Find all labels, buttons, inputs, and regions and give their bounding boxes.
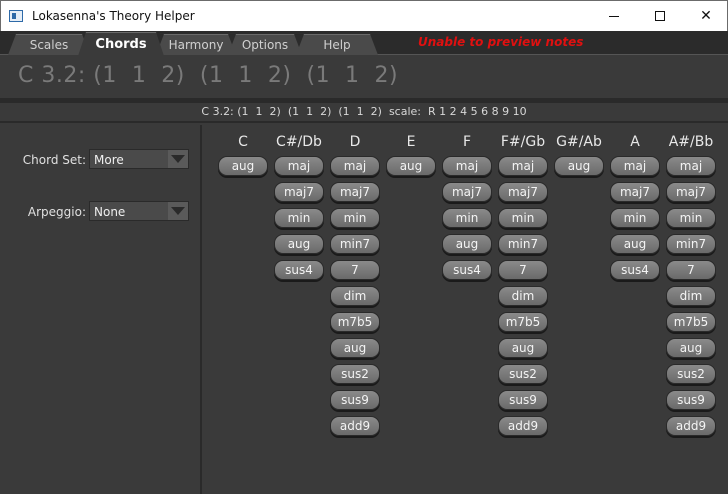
close-button[interactable]: ✕ (683, 1, 728, 31)
title-bar: Lokasenna's Theory Helper ✕ (0, 0, 728, 31)
chord-button[interactable]: maj7 (274, 182, 324, 202)
chord-button[interactable]: min (666, 208, 716, 228)
chord-button[interactable]: maj (610, 156, 660, 176)
chord-button[interactable]: maj7 (498, 182, 548, 202)
maximize-button[interactable] (637, 1, 683, 31)
chord-set-value: More (94, 153, 124, 167)
chord-button[interactable]: maj (666, 156, 716, 176)
chord-button[interactable]: aug (274, 234, 324, 254)
chord-grid: Caug C#/Db maj maj7 min aug sus4 Dmaj maj7 min min… (204, 125, 728, 494)
chord-button[interactable]: maj7 (610, 182, 660, 202)
chord-button[interactable]: aug (610, 234, 660, 254)
chord-button[interactable]: add9 (498, 416, 548, 436)
tab-bar: Scales Harmony Options Help Chords Unabl… (0, 31, 728, 55)
arpeggio-label: Arpeggio: (27, 205, 86, 219)
chord-button[interactable]: min (498, 208, 548, 228)
chord-button[interactable]: aug (666, 338, 716, 358)
chord-button[interactable]: sus4 (610, 260, 660, 280)
chord-button[interactable]: 7 (330, 260, 380, 280)
minimize-button[interactable] (591, 1, 637, 31)
chord-set-dropdown[interactable]: More (89, 149, 189, 169)
chord-button[interactable]: maj (274, 156, 324, 176)
tab-scales[interactable]: Scales (8, 34, 90, 55)
chord-button[interactable]: sus9 (498, 390, 548, 410)
window-title: Lokasenna's Theory Helper (32, 9, 195, 23)
scale-info-text: C 3.2: (1 1 2) (1 1 2) (1 1 2) scale: R … (201, 105, 527, 118)
chord-button[interactable]: aug (386, 156, 436, 176)
chord-button[interactable]: dim (330, 286, 380, 306)
chord-button[interactable]: min (610, 208, 660, 228)
chord-button[interactable]: aug (554, 156, 604, 176)
chord-button[interactable]: 7 (666, 260, 716, 280)
app-icon (9, 10, 23, 22)
chord-button[interactable]: dim (666, 286, 716, 306)
tab-harmony[interactable]: Harmony (156, 34, 236, 55)
tab-help[interactable]: Help (296, 34, 378, 55)
chord-button[interactable]: sus2 (666, 364, 716, 384)
chord-button[interactable]: min7 (330, 234, 380, 254)
chord-button[interactable]: min (442, 208, 492, 228)
theory-helper-window: Lokasenna's Theory Helper ✕ Scales Harmo… (0, 0, 728, 494)
tab-chords[interactable]: Chords (78, 32, 164, 56)
chevron-down-icon (168, 202, 188, 220)
chord-button[interactable]: sus9 (666, 390, 716, 410)
chord-button[interactable]: sus9 (330, 390, 380, 410)
chord-button[interactable]: min7 (498, 234, 548, 254)
chord-button[interactable]: sus2 (330, 364, 380, 384)
chord-button[interactable]: add9 (666, 416, 716, 436)
chord-button[interactable]: maj7 (442, 182, 492, 202)
chord-button[interactable]: m7b5 (666, 312, 716, 332)
chord-button[interactable]: sus2 (498, 364, 548, 384)
chord-button[interactable]: sus4 (274, 260, 324, 280)
chord-button[interactable]: aug (498, 338, 548, 358)
chord-button[interactable]: sus4 (442, 260, 492, 280)
chord-button[interactable]: maj (330, 156, 380, 176)
chord-button[interactable]: min7 (666, 234, 716, 254)
chevron-down-icon (168, 150, 188, 168)
chord-heading: C 3.2: (1 1 2) (1 1 2) (1 1 2) (18, 63, 399, 88)
chord-button[interactable]: m7b5 (330, 312, 380, 332)
chord-header: C 3.2: (1 1 2) (1 1 2) (1 1 2) (0, 55, 728, 98)
chord-button[interactable]: add9 (330, 416, 380, 436)
arpeggio-value: None (94, 205, 126, 219)
chord-button[interactable]: min (274, 208, 324, 228)
chord-button[interactable]: aug (330, 338, 380, 358)
chord-button[interactable]: maj7 (330, 182, 380, 202)
root-note-header: A#/Bb (668, 134, 714, 150)
arpeggio-dropdown[interactable]: None (89, 201, 189, 221)
info-bar: C 3.2: (1 1 2) (1 1 2) (1 1 2) scale: R … (0, 103, 728, 123)
chord-button[interactable]: maj7 (666, 182, 716, 202)
chord-set-label: Chord Set: (22, 153, 86, 167)
close-icon: ✕ (700, 8, 712, 24)
chord-button[interactable]: m7b5 (498, 312, 548, 332)
chord-button[interactable]: maj (498, 156, 548, 176)
status-message: Unable to preview notes (418, 35, 584, 49)
chord-button[interactable]: 7 (498, 260, 548, 280)
chord-button[interactable]: aug (442, 234, 492, 254)
maximize-icon (655, 11, 665, 21)
chord-button[interactable]: maj (442, 156, 492, 176)
chord-button[interactable]: aug (218, 156, 268, 176)
tab-options[interactable]: Options (228, 34, 302, 55)
chord-button[interactable]: dim (498, 286, 548, 306)
chord-button[interactable]: min (330, 208, 380, 228)
minimize-icon (609, 15, 619, 17)
options-panel: Chord Set: More Arpeggio: None (0, 125, 202, 494)
